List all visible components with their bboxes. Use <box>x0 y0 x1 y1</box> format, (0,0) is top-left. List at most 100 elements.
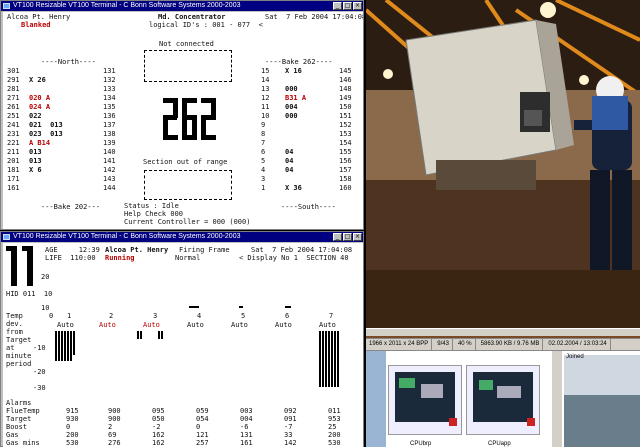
page-heading: Md. Concentrator <box>158 13 226 21</box>
state-label: Blanked <box>21 21 51 29</box>
channel-number: 0 <box>49 312 54 320</box>
cell-b: 013 <box>29 157 42 165</box>
channel-number: 2 <box>109 312 114 320</box>
table-row: Target 930 900 050 054 004 091 953 <box>6 415 362 423</box>
table-cell: 095 <box>152 407 165 415</box>
maximize-button[interactable]: □ <box>343 2 352 10</box>
south-list: 15 X 16 145 14 146 13 000 148 12 B31 A 149 11 004 150… <box>259 67 363 193</box>
table-cell: 092 <box>284 407 297 415</box>
cell-a: 181 <box>7 166 20 174</box>
cell-a: 14 <box>261 76 270 84</box>
cell-a: 12 <box>261 94 270 102</box>
header-tick <box>189 306 199 308</box>
level-bar <box>73 331 75 355</box>
channel-mode[interactable]: Auto <box>187 321 204 329</box>
row-label: Target <box>6 415 32 423</box>
from-label: from <box>6 328 23 336</box>
list-item: 201 013 141 <box>7 157 125 166</box>
list-item: 221 A B14 139 <box>7 139 125 148</box>
terminal-screen-top[interactable]: Alcoa Pt. Henry Md. Concentrator Sat 7 F… <box>3 12 363 229</box>
logical-ids: logical ID's : 001 - 077 < <box>149 21 263 29</box>
connection-status: Not connected <box>159 40 214 48</box>
level-bar <box>328 331 330 387</box>
thumbnail-pane: CPUbrp CPUapp Joined <box>366 350 640 447</box>
cell-b: 04 <box>285 157 294 165</box>
cell-c: 137 <box>103 121 116 129</box>
status-cell: 1966 x 2011 x 24 BPP <box>366 339 433 350</box>
list-item: 13 000 148 <box>259 85 363 94</box>
channel-mode[interactable]: Auto <box>275 321 292 329</box>
cell-b: 013 <box>29 148 42 156</box>
table-cell: 2 <box>108 423 113 431</box>
level-bar <box>70 331 72 361</box>
table-cell: 530 <box>328 439 341 447</box>
table-cell: -2 <box>152 423 161 431</box>
channel-number: 3 <box>153 312 158 320</box>
thumbnail-2-label: CPUapp <box>488 441 511 447</box>
level-bar <box>67 331 69 361</box>
level-bar <box>137 331 139 339</box>
axis-label-20: 20 <box>41 273 50 281</box>
south-footer: ----South---- <box>281 203 336 211</box>
row-label: Boost <box>6 423 28 431</box>
industrial-photo <box>366 0 640 330</box>
cell-c: 156 <box>339 157 352 165</box>
list-item: 251 022 136 <box>7 112 125 121</box>
channel-table: Alarms FlueTemp 915 900 095 059 003 092 011 Targe… <box>6 399 362 447</box>
channel-mode[interactable]: Auto <box>319 321 336 329</box>
maximize-button[interactable]: □ <box>343 233 352 241</box>
table-cell: -7 <box>284 423 293 431</box>
cell-b: 024 A <box>29 103 51 111</box>
cell-c: 153 <box>339 130 352 138</box>
close-button[interactable]: × <box>353 2 362 10</box>
viewer-scrollbar[interactable] <box>366 328 640 336</box>
level-bar <box>140 331 142 339</box>
close-button[interactable]: × <box>353 233 362 241</box>
cell-b: A B14 <box>29 139 51 147</box>
channel-mode[interactable]: Auto <box>143 321 160 329</box>
cell-c: 145 <box>339 67 352 75</box>
cell-c: 150 <box>339 103 352 111</box>
terminal-app-icon <box>3 234 10 240</box>
table-cell: 900 <box>108 415 121 423</box>
cell-c: 146 <box>339 76 352 84</box>
cell-c: 144 <box>103 184 116 192</box>
table-cell: 900 <box>108 407 121 415</box>
terminal-title-bar-2[interactable]: VT100 Resizable VT100 Terminal - C Bonn … <box>1 232 363 242</box>
terminal-title-bar[interactable]: VT100 Resizable VT100 Terminal - C Bonn … <box>1 1 363 11</box>
list-item: 9 152 <box>259 121 363 130</box>
thumbnail-1[interactable] <box>388 365 462 435</box>
channel-mode[interactable]: Auto <box>57 321 74 329</box>
cell-b: 04 <box>285 148 294 156</box>
table-cell: 200 <box>66 431 79 439</box>
list-item: 4 04 157 <box>259 166 363 175</box>
minimize-button[interactable]: _ <box>333 233 342 241</box>
thumbnail-3[interactable] <box>564 355 640 447</box>
list-item: 241 021 013 137 <box>7 121 125 130</box>
table-row: Boost 0 2 -2 0 -6 -7 25 <box>6 423 362 431</box>
firing-frame-label: Firing Frame <box>179 246 230 254</box>
thumbnail-scrollbar[interactable] <box>552 351 562 447</box>
cell-b: 022 <box>29 112 42 120</box>
terminal-app-icon <box>3 3 10 9</box>
level-bar <box>61 331 63 361</box>
section-status: Section out of range <box>143 158 228 166</box>
cell-a: 171 <box>7 175 20 183</box>
thumbnail-2[interactable] <box>466 365 540 435</box>
not-connected-frame <box>144 50 232 82</box>
cell-b: B31 A <box>285 94 307 102</box>
help-line: Help Check 000 <box>124 210 184 218</box>
row-label: Gas mins <box>6 439 40 447</box>
terminal-screen-bottom[interactable]: 11 AGE 12:39 Alcoa Pt. Henry Firing Fram… <box>3 243 363 447</box>
level-bar <box>325 331 327 387</box>
cell-a: 11 <box>261 103 270 111</box>
cell-a: 6 <box>261 148 266 156</box>
table-cell: 33 <box>284 431 293 439</box>
cell-a: 291 <box>7 76 20 84</box>
channel-mode[interactable]: Auto <box>99 321 116 329</box>
cell-a: 201 <box>7 157 20 165</box>
minimize-button[interactable]: _ <box>333 2 342 10</box>
table-cell: -6 <box>240 423 249 431</box>
channel-mode[interactable]: Auto <box>231 321 248 329</box>
table-cell: 530 <box>66 439 79 447</box>
